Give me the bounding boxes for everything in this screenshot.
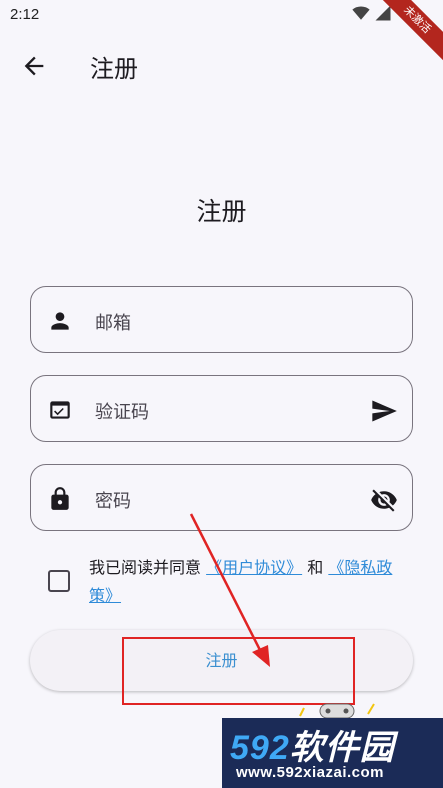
watermark-number: 592 (230, 729, 290, 767)
app-bar: 注册 (0, 36, 443, 92)
watermark-logo: 592软件园 www.592xiazai.com (222, 718, 443, 788)
email-field[interactable]: 邮箱 (30, 286, 413, 353)
visibility-off-icon[interactable] (370, 486, 398, 514)
verification-code-field[interactable]: 验证码 (30, 375, 413, 442)
person-icon (51, 312, 69, 330)
app-bar-title: 注册 (90, 55, 138, 83)
watermark-name: 软件园 (289, 729, 395, 767)
back-arrow-icon[interactable] (20, 52, 48, 80)
wifi-icon (352, 6, 370, 20)
agreement-text: 我已阅读并同意 《用户协议》 和 《隐私政策》 (89, 554, 409, 610)
status-time: 2:12 (10, 6, 40, 23)
lock-icon (51, 487, 69, 510)
annotation-highlight-box (122, 637, 355, 705)
send-icon[interactable] (370, 397, 398, 425)
status-bar: 2:12 (0, 0, 443, 32)
agreement-and: 和 (307, 558, 324, 577)
user-agreement-link[interactable]: 《用户协议》 (206, 558, 302, 577)
password-field[interactable]: 密码 (30, 464, 413, 531)
email-placeholder: 邮箱 (95, 313, 131, 334)
watermark-url: www.592xiazai.com (236, 764, 385, 781)
gamepad-icon (299, 703, 375, 719)
page-title: 注册 (196, 197, 247, 226)
agreement-checkbox[interactable] (48, 570, 70, 592)
status-icons (352, 4, 392, 22)
code-placeholder: 验证码 (95, 402, 149, 423)
password-placeholder: 密码 (95, 491, 131, 512)
agreement-prefix: 我已阅读并同意 (89, 558, 202, 577)
checkbox-calendar-icon (50, 401, 70, 419)
watermark-brand: 592软件园 (230, 720, 395, 769)
